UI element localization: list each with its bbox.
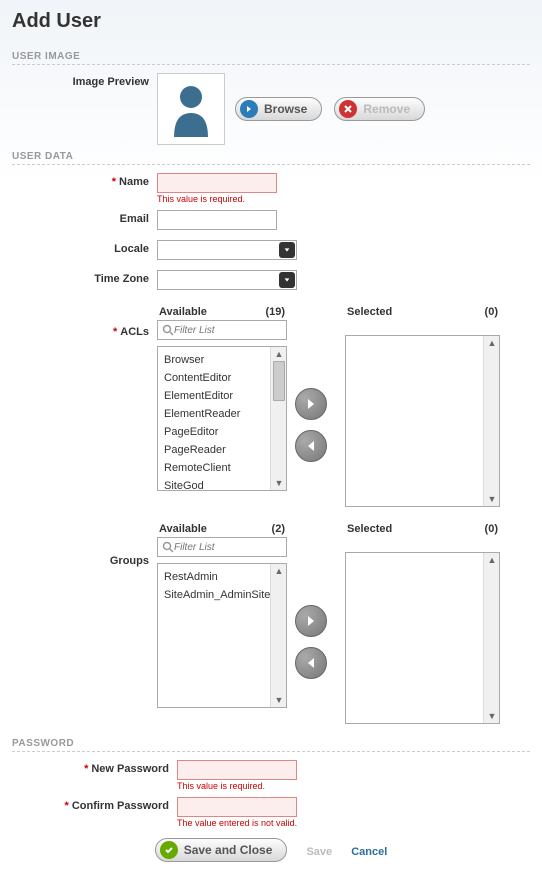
acls-available-label: Available (159, 306, 207, 318)
list-item[interactable]: PageReader (164, 441, 280, 459)
scroll-up-icon[interactable]: ▲ (271, 564, 287, 578)
list-item[interactable]: Browser (164, 351, 280, 369)
acls-selected-label: Selected (347, 306, 392, 318)
confirm-password-input[interactable] (177, 797, 297, 817)
section-user-image: USER IMAGE (12, 51, 530, 65)
new-password-label: New Password (91, 763, 169, 775)
groups-selected-label: Selected (347, 523, 392, 535)
scrollbar[interactable]: ▲ ▼ (270, 347, 286, 490)
acls-available-list[interactable]: BrowserContentEditorElementEditorElement… (157, 346, 287, 491)
check-icon (160, 841, 178, 859)
arrow-left-icon (304, 656, 318, 670)
avatar-placeholder (157, 73, 225, 145)
arrow-left-icon (304, 439, 318, 453)
scrollbar[interactable]: ▲ ▼ (483, 553, 499, 723)
groups-selected-count: (0) (485, 523, 498, 535)
groups-add-button[interactable] (295, 605, 327, 637)
scroll-thumb[interactable] (273, 361, 285, 401)
acls-filter[interactable] (157, 320, 287, 340)
locale-select[interactable] (157, 240, 297, 260)
close-icon (339, 100, 357, 118)
scroll-up-icon[interactable]: ▲ (271, 347, 287, 361)
save-and-close-button[interactable]: Save and Close (155, 838, 288, 862)
arrow-right-icon (304, 614, 318, 628)
image-preview-label: Image Preview (12, 73, 157, 88)
groups-available-label: Available (159, 523, 207, 535)
groups-filter-input[interactable] (174, 542, 264, 553)
arrow-right-icon (304, 397, 318, 411)
timezone-label: Time Zone (12, 270, 157, 285)
list-item[interactable]: RemoteClient (164, 459, 280, 477)
scrollbar[interactable]: ▲ ▼ (270, 564, 286, 707)
groups-available-count: (2) (272, 523, 285, 535)
chevron-down-icon[interactable] (279, 242, 295, 258)
acls-available-count: (19) (265, 306, 285, 318)
scroll-up-icon[interactable]: ▲ (484, 553, 500, 567)
save-button[interactable]: Save (306, 846, 332, 858)
confirm-password-error: The value entered is not valid. (177, 818, 530, 828)
browse-label: Browse (264, 102, 307, 116)
search-icon (162, 324, 174, 336)
list-item[interactable]: ElementReader (164, 405, 280, 423)
acls-remove-button[interactable] (295, 430, 327, 462)
chevron-down-icon[interactable] (279, 272, 295, 288)
scroll-down-icon[interactable]: ▼ (271, 476, 287, 490)
confirm-password-label: Confirm Password (72, 800, 169, 812)
save-close-label: Save and Close (184, 843, 273, 857)
arrow-right-icon (240, 100, 258, 118)
scroll-down-icon[interactable]: ▼ (484, 709, 500, 723)
scroll-down-icon[interactable]: ▼ (271, 693, 287, 707)
groups-remove-button[interactable] (295, 647, 327, 679)
timezone-select[interactable] (157, 270, 297, 290)
list-item[interactable]: ContentEditor (164, 369, 280, 387)
scroll-down-icon[interactable]: ▼ (484, 492, 500, 506)
groups-available-list[interactable]: RestAdminSiteAdmin_AdminSite ▲ ▼ (157, 563, 287, 708)
name-input[interactable] (157, 173, 277, 193)
email-input[interactable] (157, 210, 277, 230)
avatar-icon (166, 79, 216, 139)
scrollbar[interactable]: ▲ ▼ (483, 336, 499, 506)
groups-label: Groups (110, 555, 149, 567)
list-item[interactable]: ElementEditor (164, 387, 280, 405)
list-item[interactable]: SiteGod (164, 477, 280, 491)
remove-button[interactable]: Remove (334, 97, 425, 121)
list-item[interactable]: SiteAdmin_AdminSite (164, 586, 280, 604)
browse-button[interactable]: Browse (235, 97, 322, 121)
groups-filter[interactable] (157, 537, 287, 557)
search-icon (162, 541, 174, 553)
cancel-button[interactable]: Cancel (351, 846, 387, 858)
scroll-up-icon[interactable]: ▲ (484, 336, 500, 350)
page-title: Add User (12, 10, 530, 33)
name-error: This value is required. (157, 194, 530, 204)
section-user-data: USER DATA (12, 151, 530, 165)
acls-label: ACLs (120, 326, 149, 338)
acls-selected-count: (0) (485, 306, 498, 318)
section-password: PASSWORD (12, 738, 530, 752)
name-label: Name (119, 176, 149, 188)
new-password-error: This value is required. (177, 781, 530, 791)
groups-selected-list[interactable]: ▲ ▼ (345, 552, 500, 724)
acls-add-button[interactable] (295, 388, 327, 420)
acls-filter-input[interactable] (174, 325, 264, 336)
locale-label: Locale (12, 240, 157, 255)
remove-label: Remove (363, 102, 410, 116)
email-label: Email (12, 210, 157, 225)
list-item[interactable]: PageEditor (164, 423, 280, 441)
new-password-input[interactable] (177, 760, 297, 780)
acls-selected-list[interactable]: ▲ ▼ (345, 335, 500, 507)
list-item[interactable]: RestAdmin (164, 568, 280, 586)
